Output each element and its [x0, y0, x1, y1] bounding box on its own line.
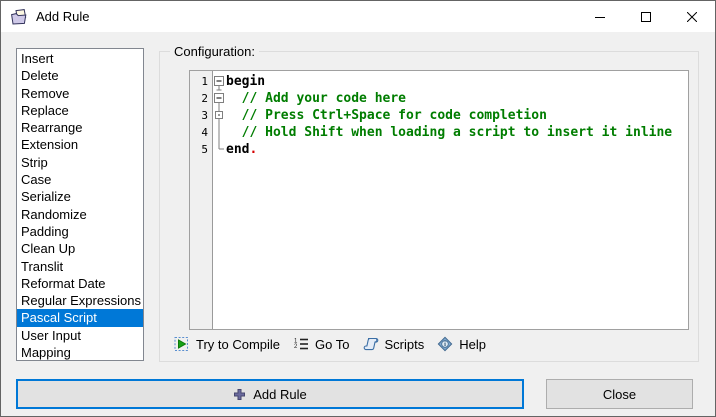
- sidebar-item-translit[interactable]: Translit: [17, 258, 143, 275]
- scripts-button[interactable]: Scripts: [363, 336, 425, 352]
- line-number-gutter: 12345: [190, 71, 212, 329]
- sidebar-item-remove[interactable]: Remove: [17, 85, 143, 102]
- app-icon: [10, 9, 28, 25]
- window-controls: [577, 1, 715, 32]
- goto-line-icon: 1 2: [293, 336, 309, 352]
- go-to-label: Go To: [315, 337, 349, 352]
- minimize-icon: [595, 12, 605, 22]
- sidebar-item-strip[interactable]: Strip: [17, 154, 143, 171]
- script-editor[interactable]: 12345 begin // Add your code here: [189, 70, 689, 330]
- sidebar-item-regular-expressions[interactable]: Regular Expressions: [17, 292, 143, 309]
- dialog-close-button[interactable]: Close: [546, 379, 693, 409]
- add-rule-dialog: Add Rule InsertDeleteRemoveReplaceRearra…: [0, 0, 716, 417]
- plus-icon: [233, 388, 246, 401]
- line-number: 2: [190, 90, 212, 107]
- sidebar-item-extension[interactable]: Extension: [17, 136, 143, 153]
- maximize-button[interactable]: [623, 1, 669, 32]
- close-icon: [687, 12, 697, 22]
- sidebar-item-replace[interactable]: Replace: [17, 102, 143, 119]
- help-label: Help: [459, 337, 486, 352]
- sidebar-item-clean-up[interactable]: Clean Up: [17, 240, 143, 257]
- line-number: 3: [190, 107, 212, 124]
- line-number: 5: [190, 141, 212, 158]
- svg-text:i: i: [444, 341, 446, 348]
- maximize-icon: [641, 12, 651, 22]
- configuration-label: Configuration:: [170, 44, 259, 59]
- minimize-button[interactable]: [577, 1, 623, 32]
- sidebar-item-mapping[interactable]: Mapping: [17, 344, 143, 361]
- line-number: 1: [190, 73, 212, 90]
- window-close-button[interactable]: [669, 1, 715, 32]
- help-button[interactable]: i Help: [437, 336, 486, 352]
- code-line: end.: [226, 141, 688, 158]
- compile-icon: [174, 336, 190, 352]
- try-to-compile-button[interactable]: Try to Compile: [174, 336, 280, 352]
- window-title: Add Rule: [36, 9, 89, 24]
- sidebar-item-user-input[interactable]: User Input: [17, 327, 143, 344]
- sidebar-item-reformat-date[interactable]: Reformat Date: [17, 275, 143, 292]
- titlebar: Add Rule: [1, 1, 715, 32]
- go-to-button[interactable]: 1 2 Go To: [293, 336, 349, 352]
- rule-type-list[interactable]: InsertDeleteRemoveReplaceRearrangeExtens…: [16, 48, 144, 361]
- scripts-label: Scripts: [385, 337, 425, 352]
- add-rule-button[interactable]: Add Rule: [16, 379, 524, 409]
- code-line: // Press Ctrl+Space for code completion: [226, 107, 688, 124]
- code-area[interactable]: begin // Add your code here // Press Ctr…: [226, 71, 688, 329]
- sidebar-item-insert[interactable]: Insert: [17, 50, 143, 67]
- editor-toolbar: Try to Compile 1 2 Go To Scripts: [174, 332, 486, 356]
- fold-gutter: [213, 71, 226, 329]
- help-icon: i: [437, 336, 453, 352]
- sidebar-item-pascal-script[interactable]: Pascal Script: [17, 309, 143, 326]
- sidebar-item-rearrange[interactable]: Rearrange: [17, 119, 143, 136]
- code-line: // Hold Shift when loading a script to i…: [226, 124, 688, 141]
- sidebar-item-randomize[interactable]: Randomize: [17, 206, 143, 223]
- add-rule-label: Add Rule: [253, 387, 306, 402]
- sidebar-item-delete[interactable]: Delete: [17, 67, 143, 84]
- configuration-groupbox: Configuration: 12345: [159, 51, 699, 362]
- fold-markers-icon: [213, 73, 226, 159]
- sidebar-item-serialize[interactable]: Serialize: [17, 188, 143, 205]
- scripts-icon: [363, 336, 379, 352]
- try-to-compile-label: Try to Compile: [196, 337, 280, 352]
- svg-text:2: 2: [294, 344, 298, 350]
- sidebar-item-case[interactable]: Case: [17, 171, 143, 188]
- code-line: // Add your code here: [226, 90, 688, 107]
- code-line: begin: [226, 73, 688, 90]
- sidebar-item-padding[interactable]: Padding: [17, 223, 143, 240]
- line-number: 4: [190, 124, 212, 141]
